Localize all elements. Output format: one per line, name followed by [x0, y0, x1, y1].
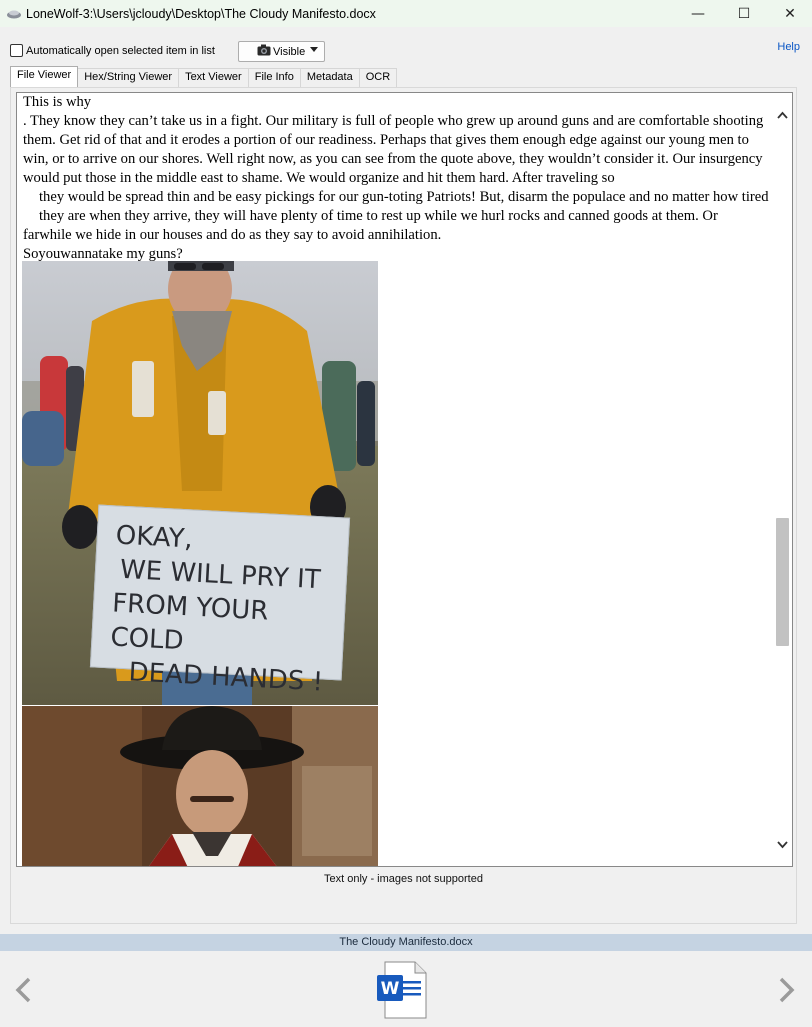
protest-sign: OKAY, WE WILL PRY IT FROM YOUR COLD DEAD…	[89, 504, 351, 697]
next-button[interactable]	[776, 973, 798, 1007]
embedded-image-protester: OKAY, WE WILL PRY IT FROM YOUR COLD DEAD…	[22, 261, 378, 705]
window-title: LoneWolf-3:\Users\jcloudy\Desktop\The Cl…	[26, 6, 376, 21]
auto-open-label: Automatically open selected item in list	[26, 44, 215, 57]
checkbox-box[interactable]	[10, 44, 23, 57]
help-link[interactable]: Help	[777, 41, 800, 53]
auto-open-checkbox[interactable]: Automatically open selected item in list	[10, 44, 215, 57]
doc-paragraph: farwhile we hide in our houses and do as…	[23, 227, 442, 243]
maximize-icon: ☐	[737, 5, 751, 22]
previous-button[interactable]	[12, 973, 34, 1007]
cowboy-photo	[22, 706, 378, 866]
tab-file-viewer[interactable]: File Viewer	[10, 66, 79, 87]
tab-hex-string-viewer[interactable]: Hex/String Viewer	[77, 68, 180, 87]
visibility-value: Visible	[273, 45, 306, 58]
close-button[interactable]: ✕	[768, 0, 812, 27]
options-row: Automatically open selected item in list…	[10, 40, 802, 62]
tab-ocr[interactable]: OCR	[358, 68, 398, 87]
tab-metadata[interactable]: Metadata	[299, 68, 360, 87]
vertical-scrollbar[interactable]	[773, 93, 792, 866]
tab-file-info[interactable]: File Info	[247, 68, 301, 87]
close-icon: ✕	[784, 5, 796, 22]
viewer-tabs: File Viewer Hex/String Viewer Text Viewe…	[10, 66, 398, 88]
doc-paragraph: they would be spread thin and be easy pi…	[39, 189, 769, 224]
embedded-image-cowboy	[22, 706, 378, 866]
doc-paragraph: . They know they can’t take us in a figh…	[23, 113, 764, 186]
minimize-button[interactable]: —	[676, 0, 720, 27]
scroll-up-icon[interactable]	[777, 111, 788, 119]
word-doc-icon: W	[377, 961, 427, 1019]
viewer-status: Text only - images not supported	[324, 873, 483, 885]
sign-line: FROM YOUR COLD	[109, 588, 270, 657]
svg-text:W: W	[381, 979, 400, 999]
maximize-button[interactable]: ☐	[722, 0, 766, 27]
camera-icon	[257, 44, 271, 59]
document-viewer[interactable]: This is why . They know they can’t take …	[16, 92, 793, 867]
minimize-icon: —	[691, 5, 705, 22]
app-icon	[6, 8, 22, 20]
visibility-dropdown[interactable]: Visible	[238, 41, 325, 62]
scroll-down-icon[interactable]	[777, 841, 788, 849]
chevron-down-icon	[310, 47, 318, 52]
document-content: This is why . They know they can’t take …	[23, 93, 771, 264]
chevron-left-icon	[15, 977, 31, 1003]
scroll-thumb[interactable]	[776, 518, 789, 646]
bottom-nav: W	[0, 951, 812, 1027]
footer-filename-bar: The Cloudy Manifesto.docx	[0, 934, 812, 951]
file-viewer-panel: This is why . They know they can’t take …	[10, 87, 797, 924]
doc-line: This is why	[23, 94, 92, 110]
chevron-right-icon	[779, 977, 795, 1003]
tab-text-viewer[interactable]: Text Viewer	[178, 68, 249, 87]
